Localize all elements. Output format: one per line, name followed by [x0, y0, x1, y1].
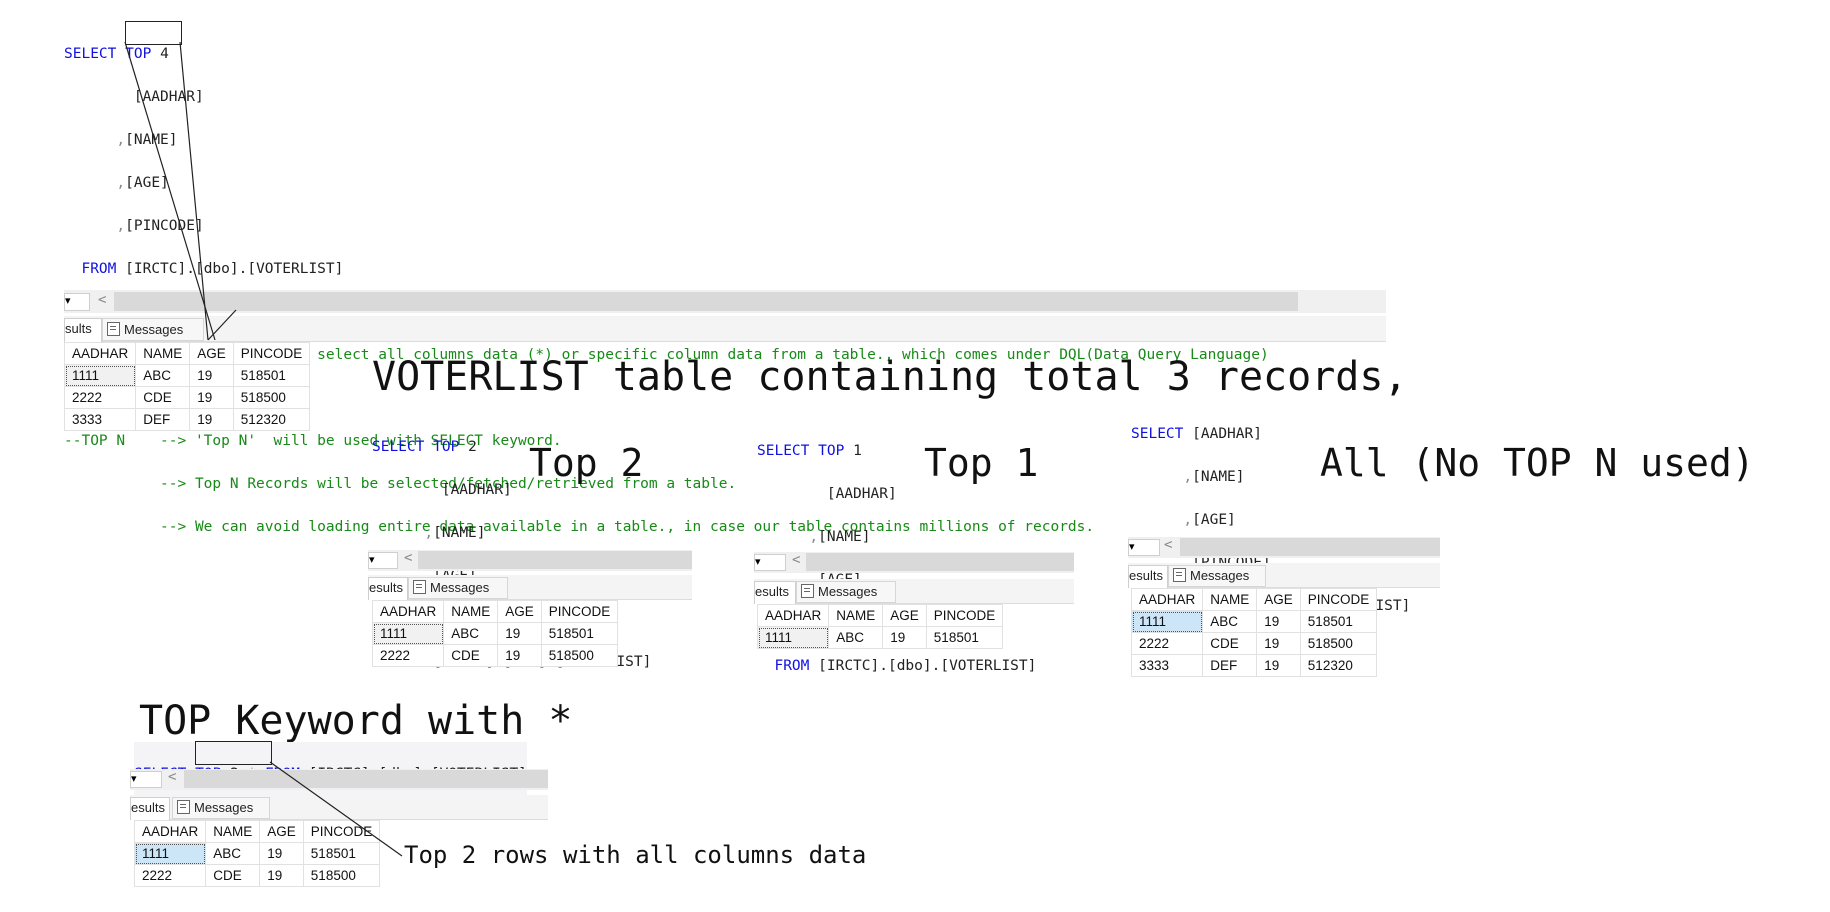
- annotation-lines: [124, 41, 403, 857]
- annotation-line-2: [179, 41, 209, 341]
- annotation-line-1: [124, 41, 216, 341]
- annotation-line-3: [207, 309, 237, 341]
- annotation-line-star: [269, 761, 403, 857]
